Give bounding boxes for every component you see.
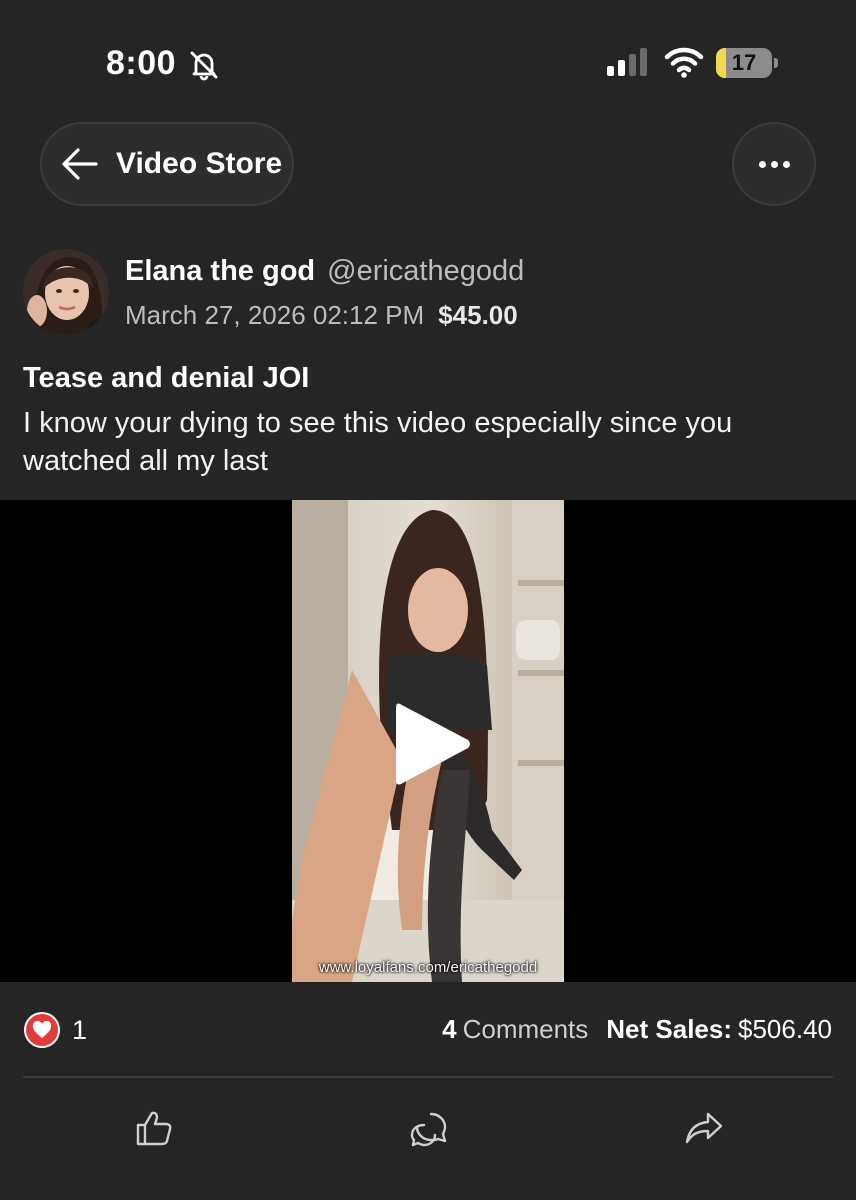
heart-icon xyxy=(24,1012,60,1048)
wifi-icon xyxy=(664,47,704,78)
thumbs-up-icon[interactable] xyxy=(134,1108,174,1148)
comments-link[interactable]: Comments xyxy=(463,1014,589,1044)
comment-icon[interactable] xyxy=(409,1108,449,1148)
like-count: 1 xyxy=(72,1014,88,1045)
comments-count[interactable]: 4 xyxy=(442,1014,456,1044)
more-horizontal-icon xyxy=(756,160,792,168)
video-watermark: www.loyalfans.com/ericathegodd xyxy=(318,959,538,976)
battery-level: 17 xyxy=(731,50,757,75)
post-stats: 4 Comments Net Sales: $506.40 xyxy=(442,1014,832,1045)
signal-icon xyxy=(607,48,647,76)
divider xyxy=(23,1076,833,1078)
post-price: $45.00 xyxy=(438,300,518,330)
post-title: Tease and denial JOI xyxy=(23,362,310,394)
post-meta: March 27, 2026 02:12 PM $45.00 xyxy=(125,300,518,331)
author-name[interactable]: Elana the god xyxy=(125,255,315,287)
status-bar: 8:00 17 xyxy=(0,0,856,110)
battery-icon: 17 xyxy=(716,48,778,78)
avatar-image xyxy=(23,249,109,335)
net-sales-label: Net Sales: xyxy=(606,1014,733,1044)
post-description: I know your dying to see this video espe… xyxy=(23,407,733,477)
post-date: March 27, 2026 02:12 PM xyxy=(125,300,425,330)
battery-cap xyxy=(774,58,778,68)
back-button[interactable]: Video Store xyxy=(40,122,294,206)
avatar[interactable] xyxy=(23,249,109,335)
net-sales-value: $506.40 xyxy=(738,1014,832,1044)
like-stat[interactable]: 1 xyxy=(24,1012,87,1048)
back-button-label: Video Store xyxy=(116,147,283,180)
author-handle[interactable]: @ericathegodd xyxy=(327,255,524,287)
more-options-button[interactable] xyxy=(732,122,816,206)
share-icon[interactable] xyxy=(684,1108,724,1148)
arrow-left-icon xyxy=(62,148,98,180)
play-icon[interactable] xyxy=(392,698,474,790)
status-time: 8:00 xyxy=(106,44,177,82)
battery-body: 17 xyxy=(716,48,772,78)
author-line: Elana the god @ericathegodd xyxy=(125,255,524,288)
bell-slash-icon xyxy=(190,51,218,81)
